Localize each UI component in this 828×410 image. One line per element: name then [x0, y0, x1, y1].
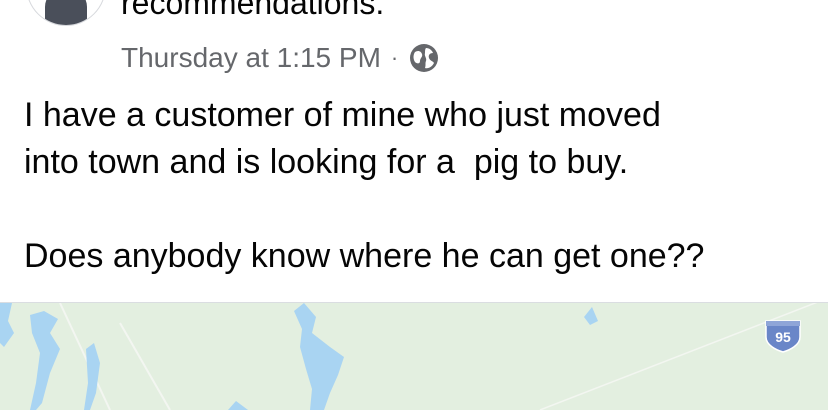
map-land	[0, 303, 828, 410]
map-preview[interactable]: 95	[0, 302, 828, 410]
post-body-text: I have a customer of mine who just moved…	[24, 96, 705, 275]
avatar[interactable]	[26, 0, 106, 26]
post-timestamp[interactable]: Thursday at 1:15 PM	[121, 42, 381, 74]
highway-shield-label: 95	[775, 329, 791, 345]
globe-icon[interactable]	[408, 42, 440, 74]
post-meta: Thursday at 1:15 PM ·	[121, 40, 440, 76]
meta-separator: ·	[390, 45, 399, 70]
post-header-text: recommendations.	[121, 0, 385, 21]
avatar-photo	[45, 0, 87, 25]
